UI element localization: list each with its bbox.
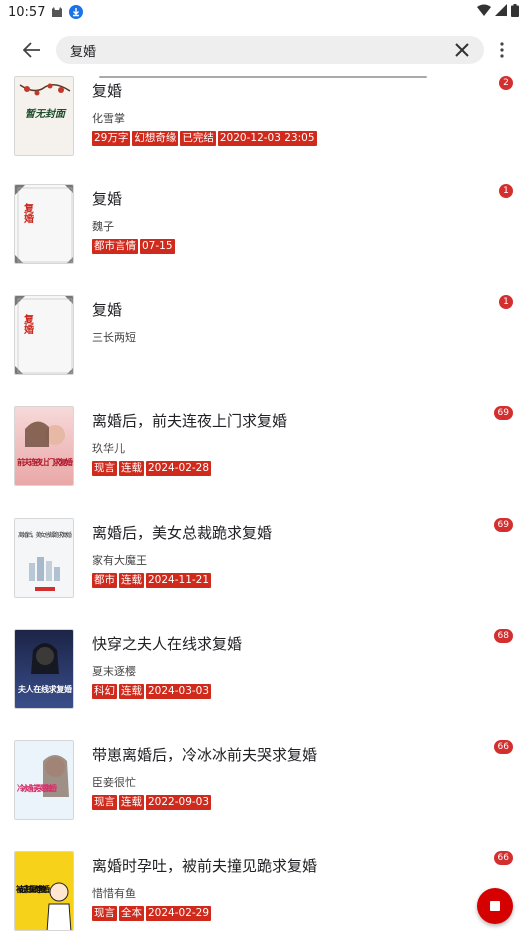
search-results-list[interactable]: 暂无封面 复婚 化雪掌 29万字 幻想奇缘 已完结 2020-12-03 23:… [0,70,527,937]
book-tag: 幻想奇缘 [132,131,179,146]
search-box[interactable] [56,36,484,64]
book-tag: 2022-09-03 [146,795,212,810]
book-item[interactable]: 复婚 复婚 三长两短 1 [0,295,527,407]
stop-icon [490,901,500,911]
book-tag: 全本 [119,906,144,921]
cover-text: 被前夫撞见跪求复婚 [16,884,50,894]
battery-icon [511,3,519,21]
back-button[interactable] [12,30,52,70]
signal-icon [495,4,507,20]
book-tag: 已完结 [180,131,216,146]
book-tag: 连载 [119,795,144,810]
update-count-badge: 66 [493,740,513,754]
book-tag: 现言 [92,795,117,810]
book-cover: 复婚 [14,184,74,264]
book-cover: 暂无封面 [14,76,74,156]
update-count-badge: 1 [499,184,513,198]
book-tags: 现言 连载 2022-09-03 [92,795,212,810]
book-cover: 离婚后，美女总裁跪求复婚 [14,518,74,598]
cover-text: 冷冰冰前夫哭求复婚 [17,783,57,793]
book-tag: 2020-12-03 23:05 [217,131,317,146]
search-input[interactable] [70,42,450,58]
cover-text: 离婚后，美女总裁跪求复婚 [18,531,72,539]
book-tag: 29万字 [92,131,131,146]
book-title: 离婚后，美女总裁跪求复婚 [92,524,273,542]
status-bar: 10:57 [0,0,527,24]
wifi-icon [477,4,491,20]
book-author: 魏子 [92,220,114,233]
book-author: 化雪掌 [92,112,125,125]
book-cover: 冷冰冰前夫哭求复婚 [14,740,74,820]
book-title: 带崽离婚后，冷冰冰前夫哭求复婚 [92,746,318,764]
book-title: 离婚后，前夫连夜上门求复婚 [92,412,288,430]
book-tag: 都市言情 [92,239,138,254]
book-tag: 07-15 [140,239,175,254]
book-item[interactable]: 被前夫撞见跪求复婚 离婚时孕吐，被前夫撞见跪求复婚 惜惜有鱼 现言 全本 202… [0,851,527,937]
book-tag: 2024-11-21 [146,573,212,588]
update-count-badge: 1 [499,295,513,309]
book-author: 夏末逐樱 [92,665,136,678]
clear-search-button[interactable] [450,38,474,62]
book-tags: 都市言情 07-15 [92,239,175,254]
cover-text: 前夫连夜上门求复婚 [17,457,73,467]
book-tags: 现言 连载 2024-02-28 [92,461,212,476]
update-count-badge: 66 [493,851,513,865]
book-tags: 29万字 幻想奇缘 已完结 2020-12-03 23:05 [92,131,317,146]
book-tag: 2024-02-28 [146,461,212,476]
download-icon [69,5,84,19]
book-title: 快穿之夫人在线求复婚 [92,635,243,653]
book-item[interactable]: 冷冰冰前夫哭求复婚 带崽离婚后，冷冰冰前夫哭求复婚 臣妾很忙 现言 连载 202… [0,740,527,852]
book-tags: 都市 连载 2024-11-21 [92,573,212,588]
book-title: 复婚 [92,301,123,319]
cover-text: 夫人在线求复婚 [17,684,72,694]
update-count-badge: 69 [493,518,513,532]
stop-search-button[interactable] [477,888,513,924]
book-tag: 现言 [92,461,117,476]
book-item[interactable]: 复婚 复婚 魏子 都市言情 07-15 1 [0,184,527,296]
book-item[interactable]: 暂无封面 复婚 化雪掌 29万字 幻想奇缘 已完结 2020-12-03 23:… [0,76,527,188]
book-author: 家有大魔王 [92,554,147,567]
book-cover: 夫人在线求复婚 [14,629,74,709]
book-cover: 前夫连夜上门求复婚 [14,406,74,486]
book-tag: 连载 [119,461,144,476]
close-icon [455,43,469,57]
book-tag: 都市 [92,573,117,588]
book-tags: 科幻 连载 2024-03-03 [92,684,212,699]
book-author: 三长两短 [92,331,136,344]
book-title: 复婚 [92,190,123,208]
arrow-back-icon [23,42,40,58]
search-toolbar [0,30,527,70]
book-author: 臣妾很忙 [92,776,136,789]
book-tag: 2024-03-03 [146,684,212,699]
book-cover: 被前夫撞见跪求复婚 [14,851,74,931]
book-cover: 复婚 [14,295,74,375]
book-tag: 2024-02-29 [146,906,212,921]
cover-text: 暂无封面 [25,108,67,120]
book-author: 玖华儿 [92,442,125,455]
book-tag: 科幻 [92,684,117,699]
book-tags: 现言 全本 2024-02-29 [92,906,212,921]
more-options-button[interactable] [488,30,516,70]
book-tag: 连载 [119,573,144,588]
book-item[interactable]: 夫人在线求复婚 快穿之夫人在线求复婚 夏末逐樱 科幻 连载 2024-03-03… [0,629,527,741]
book-tag: 现言 [92,906,117,921]
status-right-group [477,3,519,21]
book-author: 惜惜有鱼 [92,887,136,900]
update-count-badge: 2 [499,76,513,90]
update-count-badge: 69 [493,406,513,420]
cat-notification-icon [51,6,63,18]
book-title: 离婚时孕吐，被前夫撞见跪求复婚 [92,857,318,875]
book-tag: 连载 [119,684,144,699]
more-vert-icon [500,42,504,58]
book-item[interactable]: 前夫连夜上门求复婚 离婚后，前夫连夜上门求复婚 玖华儿 现言 连载 2024-0… [0,406,527,518]
book-item[interactable]: 离婚后，美女总裁跪求复婚 离婚后，美女总裁跪求复婚 家有大魔王 都市 连载 20… [0,518,527,630]
update-count-badge: 68 [493,629,513,643]
book-title: 复婚 [92,82,123,100]
status-time: 10:57 [8,4,46,20]
